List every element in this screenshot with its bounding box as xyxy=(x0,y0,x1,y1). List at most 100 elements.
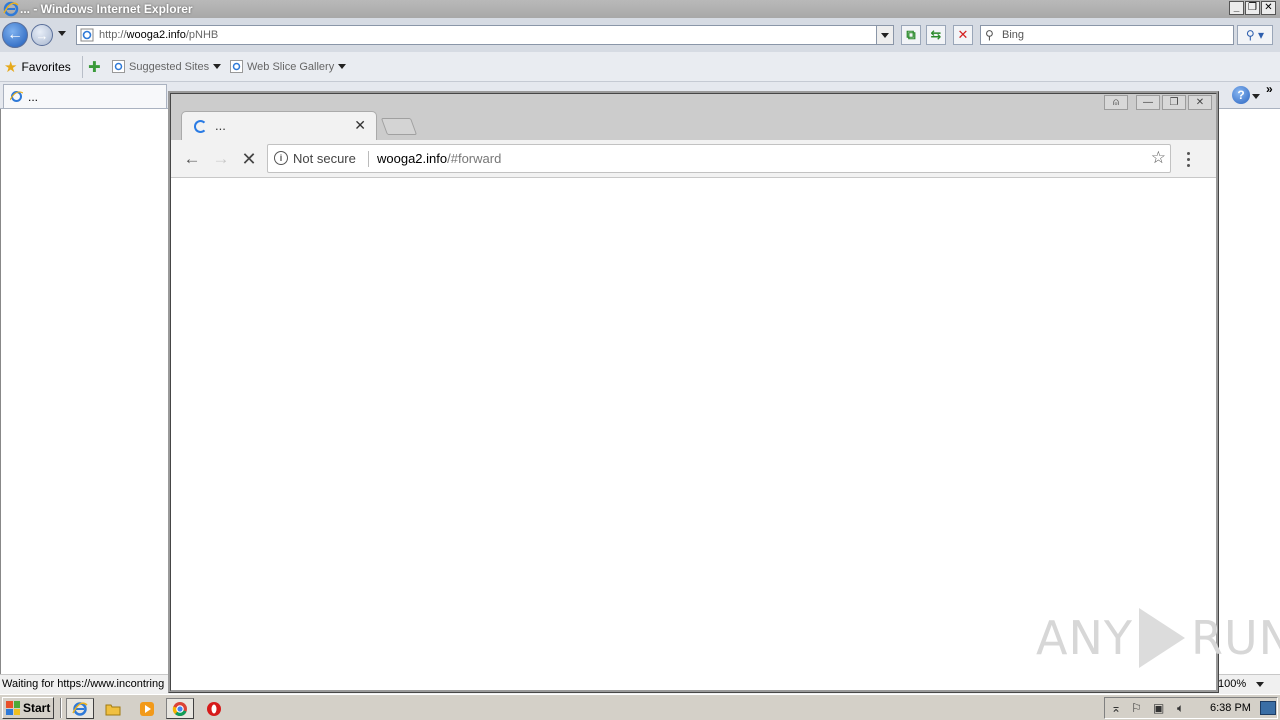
clock[interactable]: 6:38 PM xyxy=(1210,702,1251,714)
ie-page-icon xyxy=(112,60,125,73)
start-label: Start xyxy=(23,701,51,715)
restore-button[interactable]: ❐ xyxy=(1245,1,1260,15)
window-title: ... - Windows Internet Explorer xyxy=(20,2,193,16)
add-to-favorites-icon[interactable]: ✚ xyxy=(88,58,101,76)
favbar-divider xyxy=(82,56,83,78)
fav-link-label: Suggested Sites xyxy=(129,60,210,73)
compatibility-view-button[interactable]: ⧉ xyxy=(901,25,921,45)
play-triangle-icon xyxy=(1138,608,1185,668)
refresh-button[interactable]: ⇆ xyxy=(926,25,946,45)
favorites-bar: ★ Favorites ✚ Suggested Sites Web Slice … xyxy=(0,52,1280,82)
chrome-back-button[interactable]: ← xyxy=(181,148,203,170)
chevron-down-icon xyxy=(881,32,889,38)
chevron-down-icon xyxy=(338,64,347,69)
omnibox-divider xyxy=(368,151,369,167)
chrome-toolbar: ← → ✕ i Not secure wooga2.info/#forward … xyxy=(171,140,1216,178)
system-tray: ⌅ ⚐ ▣ 🔈︎ 6:38 PM xyxy=(1104,697,1278,719)
ie-page-icon xyxy=(230,60,243,73)
taskbar-ie-button[interactable] xyxy=(66,698,94,719)
loading-spinner-icon xyxy=(194,120,207,133)
ie-window-controls: _ ❐ ✕ xyxy=(1229,1,1276,15)
chrome-window: ⍝ — ❐ ✕ ... ✕ ← → ✕ i Not secure wooga2.… xyxy=(168,91,1219,693)
ie-tab-title: ... xyxy=(28,89,39,104)
compat-view-icon: ⧉ xyxy=(906,27,916,42)
forward-button[interactable]: → xyxy=(31,24,53,46)
back-arrow-icon: ← xyxy=(183,149,201,168)
page-ie-icon xyxy=(80,28,94,42)
stop-x-icon: ✕ xyxy=(957,27,969,42)
taskbar-opera-button[interactable] xyxy=(200,698,228,719)
back-button[interactable]: ← xyxy=(2,22,28,48)
restore-icon: ❐ xyxy=(1169,97,1179,108)
chrome-tab-title: ... xyxy=(215,118,226,133)
chevron-down-icon xyxy=(1256,681,1265,687)
opera-icon xyxy=(207,701,221,716)
chrome-menu-icon[interactable] xyxy=(1181,148,1195,170)
chrome-minimize-button[interactable]: — xyxy=(1136,95,1160,110)
minimize-button[interactable]: _ xyxy=(1229,1,1244,15)
fav-web-slice-gallery[interactable]: Web Slice Gallery xyxy=(230,60,347,73)
bookmark-star-icon[interactable]: ☆ xyxy=(1151,148,1166,168)
action-center-flag-icon[interactable]: ⚐ xyxy=(1131,701,1142,715)
security-indicator[interactable]: Not secure xyxy=(293,151,356,166)
chrome-forward-button[interactable]: → xyxy=(210,148,232,170)
chrome-close-button[interactable]: ✕ xyxy=(1188,95,1212,110)
minimize-icon: — xyxy=(1143,97,1153,108)
info-icon[interactable]: i xyxy=(274,151,288,165)
chrome-icon xyxy=(172,701,187,716)
profile-button[interactable]: ⍝ xyxy=(1104,95,1128,110)
address-bar[interactable]: http://wooga2.info/pNHB xyxy=(76,25,894,45)
close-button[interactable]: ✕ xyxy=(1261,1,1276,15)
stop-button[interactable]: ✕ xyxy=(953,25,973,45)
forward-arrow-icon: → xyxy=(35,27,49,43)
fav-link-label: Web Slice Gallery xyxy=(247,60,335,73)
ie-tab[interactable]: ... xyxy=(3,84,167,108)
anyrun-watermark-logo: ANY RUN xyxy=(1036,608,1280,668)
favorites-button[interactable]: ★ Favorites xyxy=(4,58,71,76)
chrome-restore-button[interactable]: ❐ xyxy=(1162,95,1186,110)
taskbar: Start ⌅ ⚐ ▣ 🔈︎ 6:38 PM xyxy=(0,694,1280,720)
chrome-window-controls: ⍝ — ❐ ✕ xyxy=(1104,95,1212,110)
new-tab-button[interactable] xyxy=(380,118,418,135)
user-icon: ⍝ xyxy=(1113,97,1119,108)
volume-icon[interactable]: 🔈︎ xyxy=(1177,701,1184,716)
taskbar-explorer-button[interactable] xyxy=(99,698,127,719)
ie-logo-icon xyxy=(3,1,19,17)
zoom-control[interactable]: 100% xyxy=(1218,678,1265,690)
ie-navigation-bar: ← → http://wooga2.info/pNHB ⧉ ⇆ ✕ ⚲ Bing… xyxy=(0,18,1280,52)
search-button[interactable]: ⚲ ▾ xyxy=(1237,25,1273,45)
taskbar-chrome-button[interactable] xyxy=(166,698,194,719)
search-box[interactable]: ⚲ Bing xyxy=(980,25,1234,45)
ie-tab-icon xyxy=(10,91,23,102)
toolbar-overflow-chevron-icon[interactable]: » xyxy=(1266,82,1273,96)
help-button[interactable]: ? xyxy=(1232,86,1250,104)
omnibox[interactable]: i Not secure wooga2.info/#forward ☆ xyxy=(267,144,1171,173)
back-arrow-icon: ← xyxy=(7,26,23,43)
help-question-icon: ? xyxy=(1237,88,1245,102)
chevron-down-icon[interactable] xyxy=(1252,94,1260,99)
internet-explorer-icon xyxy=(72,701,88,716)
zoom-level: 100% xyxy=(1218,678,1247,690)
chrome-tab[interactable]: ... ✕ xyxy=(181,111,377,140)
search-icon: ⚲ ▾ xyxy=(1245,28,1265,42)
start-button[interactable]: Start xyxy=(2,697,54,719)
chrome-stop-button[interactable]: ✕ xyxy=(238,148,260,170)
tab-close-icon[interactable]: ✕ xyxy=(354,117,366,134)
status-text: Waiting for https://www.incontring xyxy=(2,678,165,690)
fav-suggested-sites[interactable]: Suggested Sites xyxy=(112,60,222,73)
favorites-star-icon: ★ xyxy=(4,59,18,76)
network-icon[interactable]: ▣ xyxy=(1153,701,1164,715)
address-dropdown-button[interactable] xyxy=(876,26,893,44)
ie-title-bar: ... - Windows Internet Explorer _ ❐ ✕ xyxy=(0,0,1280,18)
media-player-icon xyxy=(140,701,154,716)
recent-pages-dropdown[interactable] xyxy=(58,31,66,36)
taskbar-divider xyxy=(60,698,62,718)
taskbar-media-player-button[interactable] xyxy=(133,698,161,719)
show-desktop-button[interactable] xyxy=(1260,701,1276,715)
chrome-tab-strip: ⍝ — ❐ ✕ ... ✕ xyxy=(171,94,1216,140)
omnibox-url[interactable]: wooga2.info/#forward xyxy=(377,151,501,166)
show-hidden-icons-icon[interactable]: ⌅ xyxy=(1111,701,1121,715)
address-url[interactable]: http://wooga2.info/pNHB xyxy=(99,29,218,41)
refresh-icon: ⇆ xyxy=(930,27,942,42)
search-placeholder: Bing xyxy=(1002,29,1025,41)
